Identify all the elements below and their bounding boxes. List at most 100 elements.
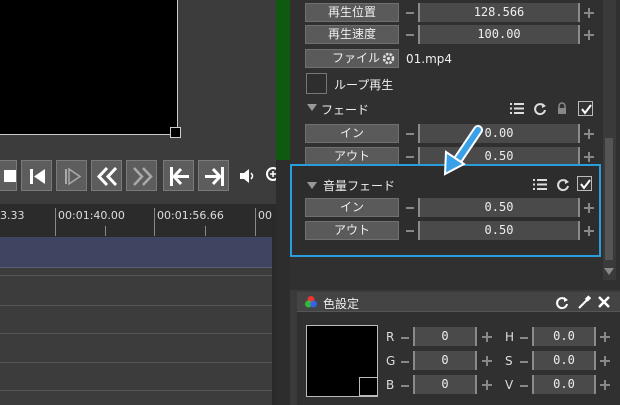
minus-icon[interactable] [401,385,409,387]
refresh-icon[interactable] [533,102,547,116]
go-to-start-button[interactable] [163,160,194,191]
minus-icon[interactable] [406,133,414,135]
checkmark-icon [580,179,591,190]
minus-icon[interactable] [406,230,414,232]
playback-speed-button[interactable]: 再生速度 [305,25,399,44]
plus-icon[interactable] [600,356,610,366]
audio-fade-section-title: 音量フェード [323,179,396,193]
minus-icon[interactable] [401,361,409,363]
ruler-label: 00:01:56.66 [157,209,224,222]
close-icon[interactable] [598,296,610,308]
timeline-ruler[interactable]: 3.33 00:01:40.00 00:01:56.66 00 [0,204,276,237]
ruler-label: 3.33 [0,209,25,222]
collapse-arrow-icon[interactable] [307,104,317,111]
plus-icon[interactable] [600,332,610,342]
transport-controls [0,160,290,194]
plus-icon[interactable] [584,203,594,213]
rewind-icon [96,166,118,187]
refresh-icon[interactable] [555,296,569,310]
preview-resize-handle[interactable] [170,127,181,138]
v-label: V [505,378,514,392]
minus-icon[interactable] [406,34,414,36]
h-label: H [505,330,515,344]
plus-icon[interactable] [584,8,594,18]
scroll-down-icon[interactable] [604,268,614,275]
minus-icon[interactable] [520,385,528,387]
fade-section-title: フェード [321,103,370,117]
green-strip [276,0,290,160]
g-label: G [386,354,396,368]
lock-icon[interactable] [556,102,568,115]
v-field[interactable]: 0.0 [532,375,596,394]
minus-icon[interactable] [401,337,409,339]
gear-icon[interactable] [381,51,396,66]
s-label: S [505,354,513,368]
playback-speed-field[interactable]: 100.00 [418,25,580,44]
playback-position-field[interactable]: 128.566 [418,3,580,22]
color-wheel-icon [305,296,317,308]
plus-icon[interactable] [482,380,492,390]
file-name: 01.mp4 [406,52,453,66]
plus-icon[interactable] [584,152,594,162]
go-end-icon [205,167,224,186]
properties-scrollbar-thumb[interactable] [605,138,613,260]
panel-gap [276,160,290,405]
audio-fade-out-field[interactable]: 0.50 [418,221,580,240]
fast-forward-button[interactable] [126,160,157,191]
track-divider [0,390,272,391]
ruler-tick [255,208,256,236]
stop-icon [4,170,16,182]
step-forward-icon [65,167,82,186]
plus-icon[interactable] [600,380,610,390]
audio-fade-out-button[interactable]: アウト [305,221,399,240]
collapse-arrow-icon[interactable] [307,182,317,189]
b-field[interactable]: 0 [413,375,477,394]
r-label: R [386,330,395,344]
plus-icon[interactable] [584,129,594,139]
stop-button[interactable] [0,160,17,191]
plus-icon[interactable] [482,332,492,342]
color-settings-title: 色設定 [323,297,360,311]
loop-label: ループ再生 [334,78,394,92]
minus-icon[interactable] [520,361,528,363]
step-back-icon [30,169,45,184]
minus-icon[interactable] [520,337,528,339]
list-icon[interactable] [533,178,547,191]
audio-fade-in-button[interactable]: イン [305,198,399,217]
timeline-track-selected[interactable] [0,237,272,268]
s-field[interactable]: 0.0 [532,351,596,370]
plus-icon[interactable] [482,356,492,366]
audio-fade-enabled-checkbox[interactable] [577,176,592,191]
file-button-label: ファイル [332,51,381,65]
plus-icon[interactable] [584,226,594,236]
fade-in-button[interactable]: イン [305,124,399,143]
step-back-button[interactable] [21,160,52,191]
minus-icon[interactable] [406,12,414,14]
step-forward-button[interactable] [56,160,87,191]
g-field[interactable]: 0 [413,351,477,370]
rewind-button[interactable] [91,160,122,191]
refresh-icon[interactable] [556,178,570,192]
audio-fade-in-field[interactable]: 0.50 [418,198,580,217]
volume-icon[interactable] [238,167,258,185]
color-swatch-secondary[interactable] [359,377,378,396]
track-divider [0,305,272,306]
minus-icon[interactable] [406,207,414,209]
loop-checkbox[interactable] [306,73,327,94]
checkmark-icon [581,104,592,115]
ruler-label: 00 [258,209,272,222]
h-field[interactable]: 0.0 [532,327,596,346]
r-field[interactable]: 0 [413,327,477,346]
ruler-tick [55,208,56,236]
go-to-end-button[interactable] [198,160,229,191]
ruler-tick [154,208,155,236]
video-preview[interactable] [0,0,178,135]
minus-icon[interactable] [406,156,414,158]
eyedropper-icon[interactable] [577,295,591,310]
playback-position-button[interactable]: 再生位置 [305,3,399,22]
plus-icon[interactable] [584,30,594,40]
fade-enabled-checkbox[interactable] [578,101,593,116]
fast-forward-icon [133,167,153,186]
track-divider [0,275,272,276]
list-icon[interactable] [510,102,524,115]
